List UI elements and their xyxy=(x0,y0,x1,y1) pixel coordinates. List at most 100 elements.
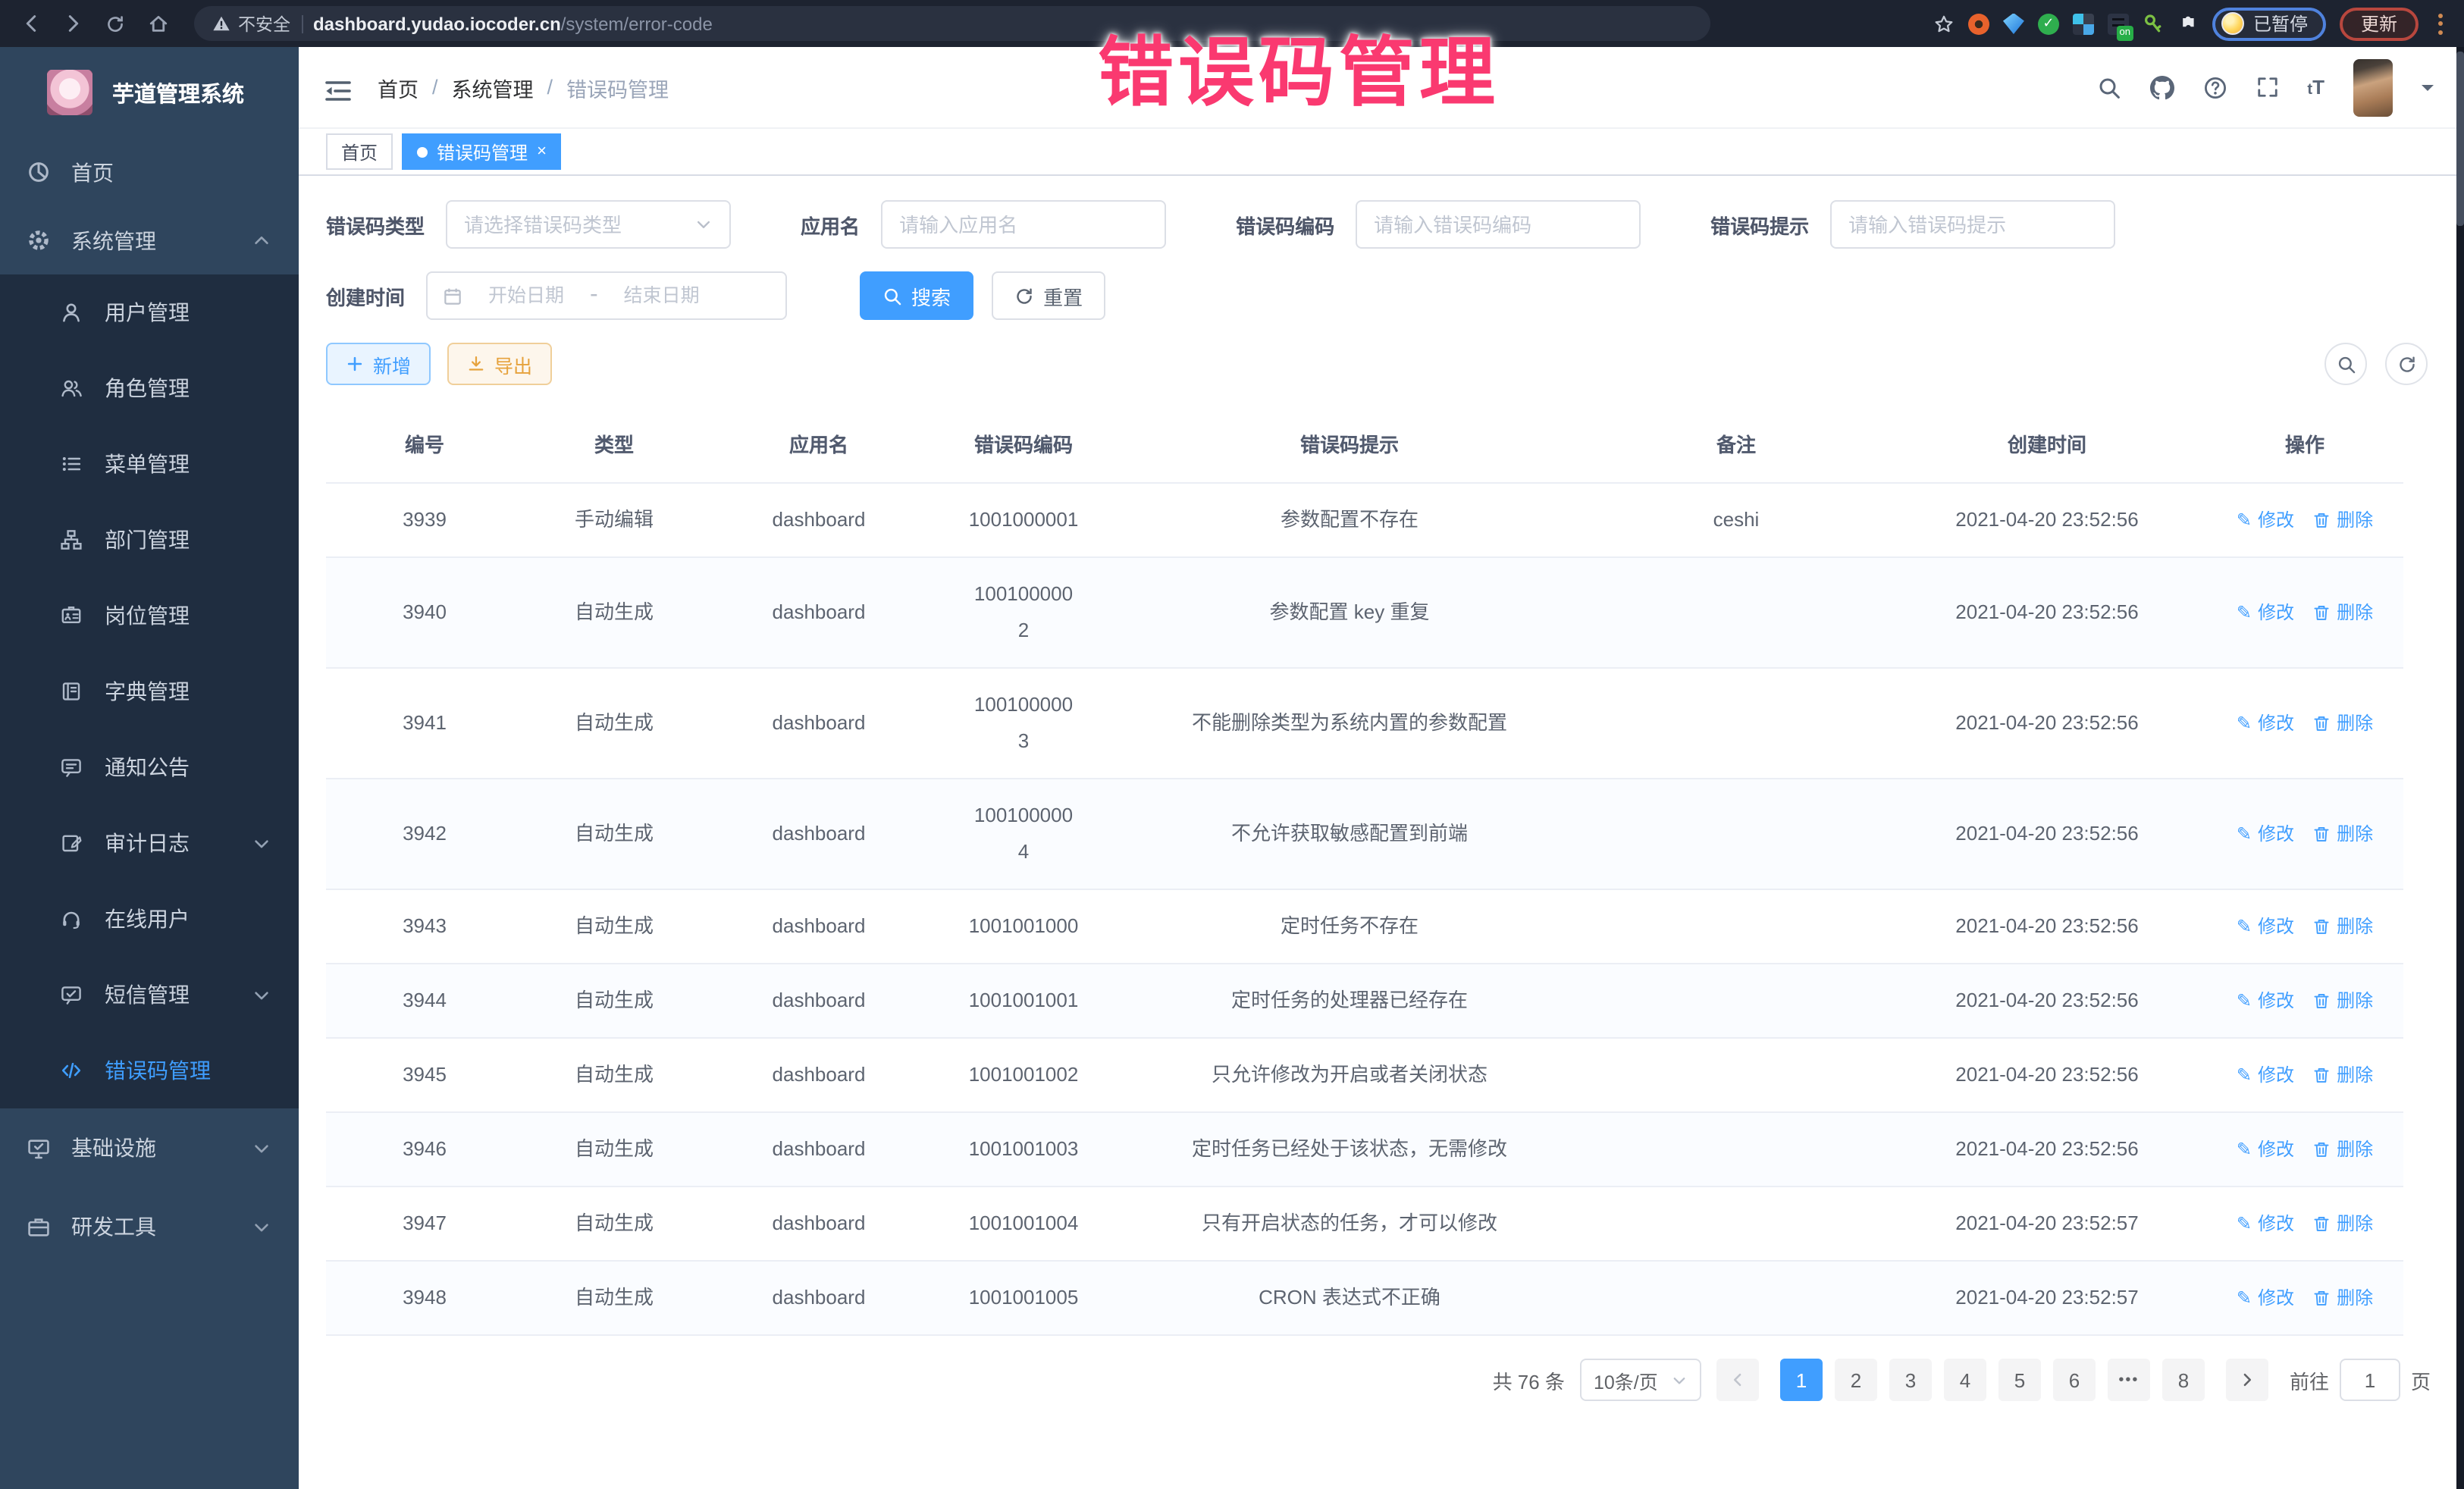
search-icon[interactable] xyxy=(2096,75,2121,99)
sidebar-item-departments[interactable]: 部门管理 xyxy=(0,502,299,578)
extension-icon-grid[interactable] xyxy=(2073,13,2094,34)
page-button-3[interactable]: 3 xyxy=(1889,1359,1932,1401)
bookmark-star-icon[interactable] xyxy=(1933,13,1955,34)
page-scrollbar[interactable] xyxy=(2456,47,2464,1489)
next-page-button[interactable] xyxy=(2226,1359,2268,1401)
extensions-puzzle-icon[interactable] xyxy=(2177,13,2199,34)
edit-link[interactable]: ✎修改 xyxy=(2237,1205,2294,1242)
error-type-select[interactable] xyxy=(446,200,731,249)
error-type-select-input[interactable] xyxy=(464,213,685,236)
collapse-sidebar-button[interactable] xyxy=(324,78,352,99)
delete-link[interactable]: 删除 xyxy=(2312,1280,2373,1316)
refresh-table-button[interactable] xyxy=(2385,343,2428,385)
delete-link[interactable]: 删除 xyxy=(2312,594,2373,631)
page-button-4[interactable]: 4 xyxy=(1944,1359,1986,1401)
cell-created: 2021-04-20 23:52:56 xyxy=(1888,484,2206,556)
github-icon[interactable] xyxy=(2149,75,2174,99)
page-button-1[interactable]: 1 xyxy=(1780,1359,1823,1401)
edit-link[interactable]: ✎修改 xyxy=(2237,983,2294,1019)
edit-link[interactable]: ✎修改 xyxy=(2237,594,2294,631)
add-button[interactable]: 新增 xyxy=(326,343,431,385)
edit-link[interactable]: ✎修改 xyxy=(2237,705,2294,741)
toggle-search-button[interactable] xyxy=(2324,343,2367,385)
edit-icon: ✎ xyxy=(2237,1280,2252,1316)
app-name-field[interactable] xyxy=(881,200,1166,249)
avatar-caret-icon[interactable] xyxy=(2422,84,2434,96)
error-code-field[interactable] xyxy=(1356,200,1641,249)
page-size-select[interactable]: 10条/页 xyxy=(1580,1359,1701,1401)
browser-menu-button[interactable] xyxy=(2432,13,2449,34)
tab-error-code[interactable]: 错误码管理 × xyxy=(402,133,562,170)
sidebar-item-dev-tools[interactable]: 研发工具 xyxy=(0,1187,299,1266)
sidebar-item-system[interactable]: 系统管理 xyxy=(0,206,299,274)
reset-button[interactable]: 重置 xyxy=(992,271,1105,320)
fullscreen-icon[interactable] xyxy=(2256,76,2278,99)
sidebar-item-error-code[interactable]: 错误码管理 xyxy=(0,1033,299,1108)
browser-forward-button[interactable] xyxy=(58,8,88,39)
date-start-input[interactable] xyxy=(472,285,581,306)
sidebar-item-roles[interactable]: 角色管理 xyxy=(0,350,299,426)
cell-remark xyxy=(1585,816,1888,852)
browser-back-button[interactable] xyxy=(15,8,45,39)
extension-icon-gem[interactable] xyxy=(2003,13,2024,34)
date-end-input[interactable] xyxy=(607,285,716,306)
not-secure-warning[interactable]: 不安全 xyxy=(212,11,290,36)
dashboard-icon xyxy=(26,161,50,183)
page-button-2[interactable]: 2 xyxy=(1835,1359,1877,1401)
help-icon[interactable] xyxy=(2202,75,2227,99)
tab-home[interactable]: 首页 xyxy=(326,133,393,170)
page-button-6[interactable]: 6 xyxy=(2053,1359,2096,1401)
page-button-8[interactable]: 8 xyxy=(2162,1359,2205,1401)
delete-link[interactable]: 删除 xyxy=(2312,1131,2373,1168)
browser-update-button[interactable]: 更新 xyxy=(2340,7,2419,40)
extension-icon-key[interactable] xyxy=(2143,13,2164,34)
date-range-picker[interactable]: - xyxy=(426,271,787,320)
breadcrumb-home[interactable]: 首页 xyxy=(378,72,419,102)
delete-link[interactable]: 删除 xyxy=(2312,816,2373,852)
export-button[interactable]: 导出 xyxy=(447,343,552,385)
browser-home-button[interactable] xyxy=(143,8,173,39)
font-size-icon[interactable]: tT xyxy=(2307,76,2324,99)
profile-paused-chip[interactable]: 已暂停 xyxy=(2212,7,2326,40)
sidebar-item-posts[interactable]: 岗位管理 xyxy=(0,578,299,654)
error-code-input[interactable] xyxy=(1374,213,1622,236)
extension-icon-green-check[interactable]: ✓ xyxy=(2038,13,2059,34)
search-button[interactable]: 搜索 xyxy=(860,271,973,320)
user-avatar[interactable] xyxy=(2353,58,2393,116)
goto-page-input[interactable] xyxy=(2340,1359,2400,1401)
prev-page-button[interactable] xyxy=(1716,1359,1759,1401)
extension-icon-orange[interactable] xyxy=(1968,13,1989,34)
delete-link[interactable]: 删除 xyxy=(2312,1057,2373,1093)
edit-link[interactable]: ✎修改 xyxy=(2237,502,2294,538)
sidebar-item-sms[interactable]: 短信管理 xyxy=(0,957,299,1033)
error-msg-input[interactable] xyxy=(1848,213,2097,236)
edit-link[interactable]: ✎修改 xyxy=(2237,1057,2294,1093)
sidebar-item-infrastructure[interactable]: 基础设施 xyxy=(0,1108,299,1187)
edit-link[interactable]: ✎修改 xyxy=(2237,1280,2294,1316)
error-msg-field[interactable] xyxy=(1830,200,2115,249)
delete-link[interactable]: 删除 xyxy=(2312,908,2373,945)
edit-link[interactable]: ✎修改 xyxy=(2237,816,2294,852)
scrollbar-thumb[interactable] xyxy=(2456,52,2464,226)
sidebar-item-audit-log[interactable]: 审计日志 xyxy=(0,805,299,881)
sidebar-item-users[interactable]: 用户管理 xyxy=(0,274,299,350)
edit-link[interactable]: ✎修改 xyxy=(2237,908,2294,945)
browser-reload-button[interactable] xyxy=(100,8,130,39)
sidebar-item-dict[interactable]: 字典管理 xyxy=(0,654,299,729)
breadcrumb-section[interactable]: 系统管理 xyxy=(452,72,534,102)
extension-icon-switch[interactable]: on xyxy=(2108,13,2129,34)
tab-close-icon[interactable]: × xyxy=(537,143,547,160)
delete-link[interactable]: 删除 xyxy=(2312,502,2373,538)
delete-link[interactable]: 删除 xyxy=(2312,1205,2373,1242)
app-name-input[interactable] xyxy=(899,213,1148,236)
page-button-5[interactable]: 5 xyxy=(1998,1359,2041,1401)
delete-link[interactable]: 删除 xyxy=(2312,705,2373,741)
sidebar-item-menus[interactable]: 菜单管理 xyxy=(0,426,299,502)
sidebar-item-label: 系统管理 xyxy=(71,225,156,255)
sidebar-item-home[interactable]: 首页 xyxy=(0,138,299,206)
delete-link[interactable]: 删除 xyxy=(2312,983,2373,1019)
edit-link[interactable]: ✎修改 xyxy=(2237,1131,2294,1168)
page-more-button[interactable]: ••• xyxy=(2108,1359,2150,1401)
sidebar-item-notice[interactable]: 通知公告 xyxy=(0,729,299,805)
sidebar-item-online-users[interactable]: 在线用户 xyxy=(0,881,299,957)
